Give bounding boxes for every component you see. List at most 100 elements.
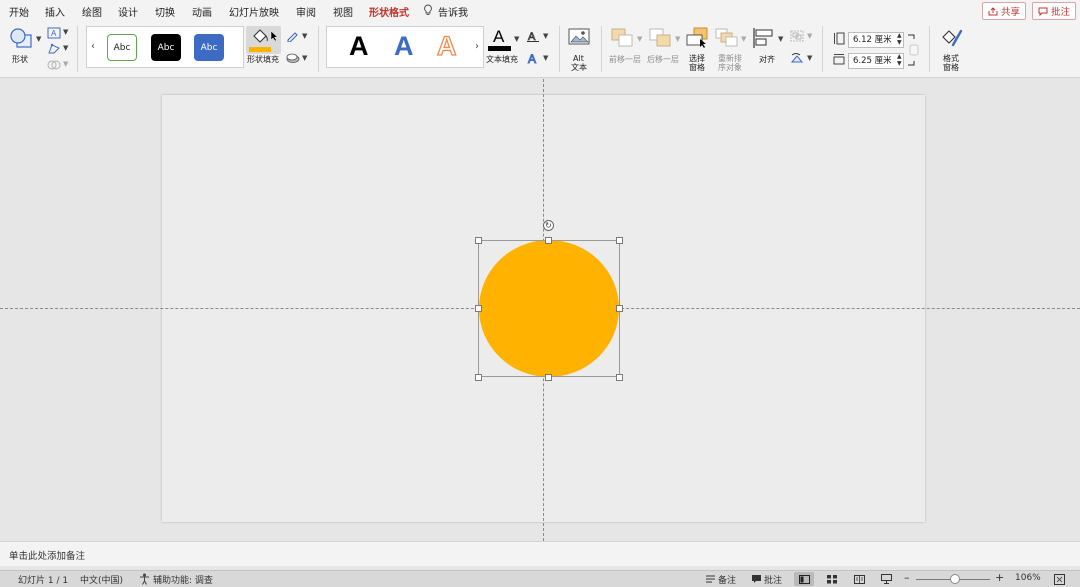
notes-icon [706, 575, 715, 583]
reading-view-icon [853, 574, 865, 584]
text-box-dropdown-icon[interactable]: ▼ [63, 28, 68, 36]
align-icon[interactable] [752, 27, 776, 49]
shape-width-icon [833, 54, 845, 65]
reading-view-button[interactable] [849, 572, 869, 586]
reorder-objects-label-2: 序对象 [718, 63, 742, 72]
zoom-level[interactable]: 106% [1015, 573, 1041, 583]
text-fill-dropdown-icon[interactable]: ▼ [514, 35, 519, 43]
notes-pane[interactable]: 单击此处添加备注 [0, 541, 1080, 566]
share-button[interactable]: 共享 [982, 2, 1027, 20]
svg-text:A: A [528, 31, 536, 42]
shapes-dropdown-icon[interactable]: ▼ [36, 35, 41, 43]
ribbon-separator [318, 26, 319, 72]
shape-styles-gallery: ‹ Abc Abc Abc [86, 26, 244, 68]
wordart-sample-blue[interactable]: A [394, 31, 414, 62]
shape-effects-dropdown-icon[interactable]: ▼ [302, 54, 307, 62]
tab-draw[interactable]: 绘图 [82, 4, 102, 19]
share-label: 共享 [1001, 7, 1021, 18]
slideshow-icon [880, 574, 892, 584]
shape-width-input[interactable]: 6.25 厘米 [848, 53, 904, 69]
style-sample-outline[interactable]: Abc [107, 34, 137, 61]
tab-animations[interactable]: 动画 [192, 4, 212, 19]
fit-to-window-icon[interactable] [1054, 574, 1065, 585]
wordart-styles-gallery: A A A › [326, 26, 484, 68]
resize-handle-bottom-left[interactable] [475, 374, 482, 381]
tab-home[interactable]: 开始 [9, 4, 29, 19]
shape-effects-icon[interactable] [286, 52, 300, 64]
text-box-icon[interactable]: A [47, 27, 61, 39]
ribbon: ▼ 形状 A ▼ ▼ ▼ ‹ Abc Abc Abc 形状填充 ▼ ▼ A A … [0, 22, 1080, 78]
resize-handle-top-right[interactable] [616, 237, 623, 244]
tab-design[interactable]: 设计 [118, 4, 138, 19]
selection-pane-label-2: 窗格 [689, 63, 705, 72]
rotate-handle-icon[interactable]: ↻ [543, 220, 554, 231]
send-backward-dropdown-icon: ▼ [675, 35, 681, 43]
comments-button[interactable]: 批注 [1032, 2, 1077, 20]
edit-shape-icon[interactable] [47, 43, 61, 55]
merge-shapes-dropdown-icon: ▼ [63, 60, 69, 68]
cursor-arrow-icon [270, 30, 278, 42]
resize-handle-top[interactable] [545, 237, 552, 244]
comments-toggle[interactable]: 批注 [764, 573, 782, 586]
bring-forward-label: 前移一层 [609, 55, 641, 64]
tell-me-search[interactable]: 告诉我 [438, 4, 468, 19]
shape-outline-icon[interactable] [286, 30, 300, 42]
wordart-sample-orange-outline[interactable]: A [436, 30, 457, 62]
resize-handle-left[interactable] [475, 305, 482, 312]
wordart-sample-black[interactable]: A [349, 31, 369, 62]
shapes-icon[interactable] [9, 27, 33, 49]
tab-view[interactable]: 视图 [333, 4, 353, 19]
gallery-next-icon[interactable]: › [475, 41, 479, 52]
share-icon [988, 6, 998, 15]
notes-toggle[interactable]: 备注 [718, 573, 736, 586]
text-outline-dropdown-icon[interactable]: ▼ [543, 32, 548, 40]
width-stepper-down-icon[interactable]: ▼ [897, 61, 902, 67]
text-outline-icon[interactable]: A [526, 30, 540, 42]
text-effects-dropdown-icon[interactable]: ▼ [543, 54, 548, 62]
shape-outline-dropdown-icon[interactable]: ▼ [302, 32, 307, 40]
zoom-out-button[interactable]: – [904, 571, 910, 584]
zoom-in-button[interactable]: + [995, 571, 1004, 584]
edit-shape-dropdown-icon[interactable]: ▼ [63, 44, 68, 52]
tab-insert[interactable]: 插入 [45, 4, 65, 19]
selection-pane-icon[interactable] [686, 27, 710, 49]
bring-forward-icon [611, 28, 633, 47]
lock-aspect-ratio-icon[interactable] [906, 33, 920, 67]
alt-text-icon[interactable] [568, 28, 590, 48]
group-dropdown-icon: ▼ [807, 32, 813, 40]
tab-shape-format[interactable]: 形状格式 [369, 4, 409, 24]
style-sample-black[interactable]: Abc [151, 34, 181, 61]
rotate-dropdown-icon[interactable]: ▼ [807, 54, 812, 62]
accessibility-status[interactable]: 辅助功能: 调查 [153, 573, 213, 586]
shape-height-input[interactable]: 6.12 厘米 [848, 32, 904, 48]
rotate-icon[interactable] [790, 52, 804, 64]
text-effects-icon[interactable]: A [526, 52, 540, 65]
ribbon-tab-bar: 开始 插入 绘图 设计 切换 动画 幻灯片放映 审阅 视图 形状格式 告诉我 共… [0, 0, 1080, 24]
align-dropdown-icon[interactable]: ▼ [778, 35, 783, 43]
slide-sorter-button[interactable] [822, 572, 842, 586]
text-fill-icon[interactable]: A [488, 26, 512, 52]
svg-text:A: A [493, 27, 505, 46]
slideshow-button[interactable] [876, 572, 896, 586]
tab-transitions[interactable]: 切换 [155, 4, 175, 19]
style-sample-blue[interactable]: Abc [194, 34, 224, 61]
gallery-prev-icon[interactable]: ‹ [91, 41, 95, 52]
tab-review[interactable]: 审阅 [296, 4, 316, 19]
ribbon-separator [929, 26, 930, 72]
resize-handle-bottom[interactable] [545, 374, 552, 381]
resize-handle-right[interactable] [616, 305, 623, 312]
alt-text-label-2: 文本 [571, 63, 587, 72]
text-fill-label: 文本填充 [486, 55, 518, 64]
tab-slideshow[interactable]: 幻灯片放映 [229, 4, 279, 19]
shape-fill-button[interactable] [246, 26, 281, 54]
zoom-slider-thumb[interactable] [950, 574, 960, 584]
format-pane-icon[interactable] [940, 27, 964, 49]
reorder-dropdown-icon: ▼ [741, 35, 747, 43]
resize-handle-bottom-right[interactable] [616, 374, 623, 381]
language-indicator[interactable]: 中文(中国) [80, 573, 123, 586]
normal-view-button[interactable] [794, 572, 814, 586]
comments-icon [752, 575, 761, 583]
status-bar: 幻灯片 1 / 1 中文(中国) 辅助功能: 调查 备注 批注 – + 106% [0, 570, 1080, 587]
height-stepper-down-icon[interactable]: ▼ [897, 40, 902, 46]
resize-handle-top-left[interactable] [475, 237, 482, 244]
